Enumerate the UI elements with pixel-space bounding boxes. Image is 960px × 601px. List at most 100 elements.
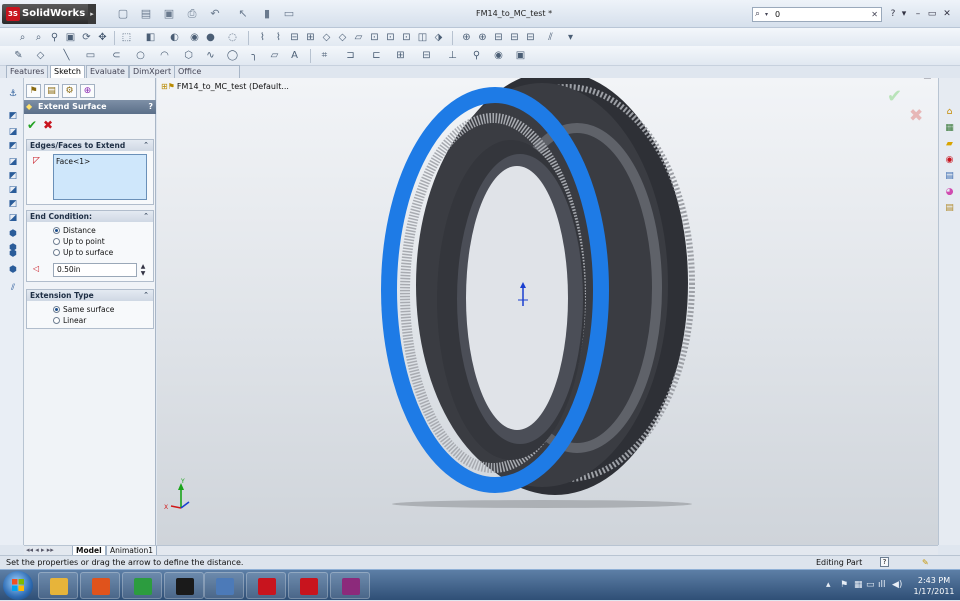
zoom-area-icon[interactable]: ⌕ (32, 31, 45, 44)
sketch-tool-19-icon[interactable]: ▾ (564, 31, 577, 44)
filled-surface-icon[interactable]: ◪ (7, 184, 19, 196)
sketch-icon[interactable]: ✎ (12, 49, 25, 62)
sketch-tool-17-icon[interactable]: ⊟ (524, 31, 537, 44)
relations-icon[interactable]: ⊥ (446, 49, 459, 62)
pattern-icon[interactable]: ⊟ (420, 49, 433, 62)
sketch-tool-5-icon[interactable]: ◇ (320, 31, 333, 44)
taskbar-app-command-prompt[interactable] (164, 572, 204, 599)
planar-surface-icon[interactable]: ◩ (7, 198, 19, 210)
repair-icon[interactable]: ⚲ (470, 49, 483, 62)
cut-surface-icon[interactable]: ⬢ (7, 248, 19, 260)
clock-time[interactable]: 2:43 PM (912, 576, 956, 585)
tab-office-products[interactable]: Office Products (174, 65, 240, 88)
same-surface-option[interactable]: Same surface (53, 305, 114, 315)
up-to-point-option[interactable]: Up to point (53, 237, 105, 247)
dimxpert-manager-tab-icon[interactable]: ⊕ (80, 84, 95, 98)
offset-surface-icon[interactable]: ◪ (7, 212, 19, 224)
open-icon[interactable]: ▤ (139, 7, 153, 21)
network-tray-icon[interactable]: ▦ (854, 580, 863, 590)
swept-surface-icon[interactable]: ◩ (7, 140, 19, 152)
sketch-tool-8-icon[interactable]: ⊡ (368, 31, 381, 44)
volume-icon[interactable]: ◀) (892, 580, 902, 590)
zoom-in-out-icon[interactable]: ⚲ (48, 31, 61, 44)
polygon-icon[interactable]: ⬡ (182, 49, 195, 62)
close-button[interactable]: ✕ (941, 7, 953, 21)
untrim-icon[interactable]: ⬢ (7, 264, 19, 276)
sketch-tool-6-icon[interactable]: ◇ (336, 31, 349, 44)
display-tray-icon[interactable]: ▭ (866, 580, 875, 590)
radio-distance[interactable] (53, 227, 60, 234)
selected-face-item[interactable]: Face<1> (56, 157, 144, 166)
trim-icon[interactable]: ⌗ (318, 49, 331, 62)
home-icon[interactable]: ⌂ (943, 106, 956, 119)
collapse-icon[interactable]: ⌃ (143, 290, 149, 301)
clock-date[interactable]: 1/17/2011 (912, 587, 956, 596)
file-explorer-icon[interactable]: ▰ (943, 138, 956, 151)
radio-up-to-point[interactable] (53, 238, 60, 245)
ok-button[interactable]: ✔ (27, 118, 37, 132)
scene-icon[interactable]: ◌ (226, 31, 239, 44)
signal-icon[interactable]: ıll (878, 580, 886, 590)
search-dropdown-icon[interactable]: ▾ (765, 8, 768, 21)
tab-evaluate[interactable]: Evaluate (86, 65, 129, 78)
sketch-tool-16-icon[interactable]: ⊟ (508, 31, 521, 44)
line-icon[interactable]: ╲ (60, 49, 73, 62)
sketch-tool-14-icon[interactable]: ⊕ (476, 31, 489, 44)
pan-icon[interactable]: ✥ (96, 31, 109, 44)
pencil-icon[interactable]: ✎ (922, 556, 929, 569)
help-button[interactable]: ? (148, 100, 153, 114)
property-manager-tab-icon[interactable]: ▤ (44, 84, 59, 98)
ellipse-icon[interactable]: ◯ (226, 49, 239, 62)
lofted-surface-icon[interactable]: ◪ (7, 156, 19, 168)
model-view[interactable]: Y X (157, 78, 938, 545)
fillet-icon[interactable]: ╮ (248, 49, 261, 62)
flag-icon[interactable]: ⚑ (840, 580, 848, 590)
plane-icon[interactable]: ▱ (268, 49, 281, 62)
end-condition-header[interactable]: End Condition: ⌃ (27, 211, 153, 222)
undo-icon[interactable]: ↶ (208, 7, 222, 21)
sketch-tool-11-icon[interactable]: ◫ (416, 31, 429, 44)
faces-selection-list[interactable]: Face<1> (53, 154, 147, 200)
radio-up-to-surface[interactable] (53, 249, 60, 256)
convert-icon[interactable]: ⊐ (344, 49, 357, 62)
knit-surface-icon[interactable]: ⬢ (7, 228, 19, 240)
taskbar-app-network-tool[interactable] (204, 572, 244, 599)
slot-icon[interactable]: ⊂ (110, 49, 123, 62)
rotate-icon[interactable]: ⟳ (80, 31, 93, 44)
new-document-icon[interactable]: ▢ (116, 7, 130, 21)
linear-option[interactable]: Linear (53, 316, 86, 326)
sketch-tool-13-icon[interactable]: ⊕ (460, 31, 473, 44)
sketch-tool-18-icon[interactable]: ⫽ (544, 31, 557, 44)
tab-features[interactable]: Features (6, 65, 49, 78)
sketch-tool-9-icon[interactable]: ⊡ (384, 31, 397, 44)
sketch-tool-12-icon[interactable]: ⬗ (432, 31, 445, 44)
collapse-icon[interactable]: ⌃ (143, 140, 149, 151)
search-input[interactable]: ⌕ ▾ 0 ✕ (752, 7, 882, 22)
rebuild-icon[interactable]: ▮ (260, 7, 274, 21)
taskbar-app-solidworks[interactable] (246, 572, 286, 599)
solidworks-menu-button[interactable]: 3S SolidWorks (2, 4, 94, 24)
maximize-button[interactable]: ▭ (926, 7, 938, 21)
custom-properties-icon[interactable]: ▤ (943, 202, 956, 215)
sketch-tool-1-icon[interactable]: ⌇ (256, 31, 269, 44)
cancel-button[interactable]: ✖ (43, 118, 53, 132)
taskbar-app-winrar[interactable] (330, 572, 370, 599)
sketch-tool-10-icon[interactable]: ⊡ (400, 31, 413, 44)
hide-show-icon[interactable]: ◉ (188, 31, 201, 44)
distance-input[interactable]: 0.50in (53, 263, 137, 277)
rectangle-icon[interactable]: ▭ (84, 49, 97, 62)
configuration-manager-tab-icon[interactable]: ⚙ (62, 84, 77, 98)
section-view-icon[interactable]: ◐ (168, 31, 181, 44)
distance-spinner[interactable]: ▲ ▼ (139, 263, 147, 277)
tab-scroll-icons[interactable]: ◂◂ ◂ ▸ ▸▸ (26, 546, 54, 554)
taskbar-app-explorer[interactable] (38, 572, 78, 599)
show-hidden-icons[interactable]: ▴ (826, 580, 831, 590)
options-icon[interactable]: ▭ (282, 7, 296, 21)
sketch-tool-2-icon[interactable]: ⌇ (272, 31, 285, 44)
design-library-icon[interactable]: ▦ (943, 122, 956, 135)
menu-arrow-icon[interactable]: ▸ (88, 4, 96, 24)
taskbar-app-media-player[interactable] (80, 572, 120, 599)
revolved-surface-icon[interactable]: ◪ (7, 126, 19, 138)
mirror-icon[interactable]: ⊞ (394, 49, 407, 62)
offset-icon[interactable]: ⊏ (370, 49, 383, 62)
